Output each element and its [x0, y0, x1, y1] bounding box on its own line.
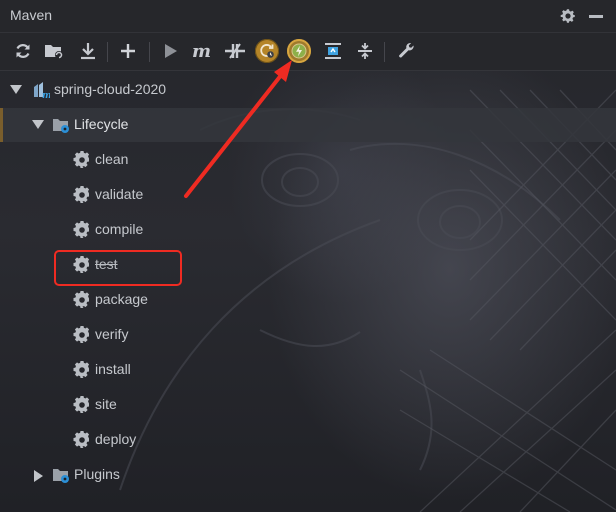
tree-node-goal-deploy[interactable]: deploy: [0, 423, 616, 457]
tree-label-goal: compile: [95, 221, 144, 237]
skip-tests-circle: [255, 39, 279, 63]
tree-label-plugins: Plugins: [74, 466, 120, 482]
settings-gear-icon[interactable]: [559, 7, 577, 25]
download-sources-button[interactable]: [75, 38, 101, 64]
gear-icon: [73, 396, 90, 413]
gear-icon: [73, 186, 90, 203]
maven-m-icon: m: [192, 42, 211, 60]
run-icon: [165, 44, 177, 58]
collapse-all-icon: [358, 43, 372, 59]
tree-label-goal: test: [95, 256, 118, 272]
add-button[interactable]: [115, 38, 141, 64]
toolbar-separator: [384, 42, 385, 62]
gear-icon: [73, 361, 90, 378]
wrench-icon: [399, 43, 414, 58]
gear-icon: [73, 221, 90, 238]
toggle-skip-tests-button[interactable]: [254, 38, 280, 64]
execute-goal-button[interactable]: m: [189, 38, 215, 64]
tree-node-goal-install[interactable]: install: [0, 353, 616, 387]
skip-tests-lightning-button[interactable]: [286, 38, 312, 64]
toolbar-separator: [149, 42, 150, 62]
title-bar: Maven: [0, 0, 616, 33]
tree-label-goal: clean: [95, 151, 129, 167]
maven-tool-window: Maven m spring-cloud-2020 Lifecycle clea…: [0, 0, 616, 512]
toolbar-separator: [107, 42, 108, 62]
gear-icon: [73, 431, 90, 448]
tree-node-goal-verify[interactable]: verify: [0, 318, 616, 352]
maven-toolbar: m: [0, 33, 616, 71]
show-dependencies-icon: [325, 43, 341, 59]
gear-icon: [73, 326, 90, 343]
show-dependencies-button[interactable]: [320, 38, 346, 64]
toggle-skip-tests-icon: [260, 44, 274, 58]
lightning-icon: [291, 43, 307, 59]
tree-node-goal-clean[interactable]: clean: [0, 143, 616, 177]
tree-label-goal: package: [95, 291, 148, 307]
collapsed-arrow-icon[interactable]: [34, 470, 43, 482]
tree-node-goal-package[interactable]: package: [0, 283, 616, 317]
toggle-offline-button[interactable]: [222, 38, 248, 64]
expand-arrow-icon[interactable]: [10, 85, 22, 94]
minimize-icon[interactable]: [589, 15, 603, 18]
tree-label-goal: verify: [95, 326, 129, 342]
maven-project-icon: m: [34, 82, 50, 99]
tree-node-plugins[interactable]: Plugins: [0, 458, 616, 492]
reload-button[interactable]: [10, 38, 36, 64]
tree-label-goal: site: [95, 396, 117, 412]
expand-arrow-icon[interactable]: [32, 120, 44, 129]
tree-node-goal-validate[interactable]: validate: [0, 178, 616, 212]
download-icon: [81, 43, 95, 60]
svg-text:m: m: [42, 91, 50, 99]
lifecycle-folder-icon: [53, 119, 69, 133]
tree-node-goal-compile[interactable]: compile: [0, 213, 616, 247]
svg-text:m: m: [192, 42, 211, 60]
add-folder-icon: [45, 45, 63, 59]
tree-node-goal-test[interactable]: test: [0, 248, 616, 282]
add-maven-project-button[interactable]: [41, 38, 67, 64]
lightning-circle: [287, 39, 311, 63]
toggle-offline-icon: [225, 43, 245, 59]
reload-icon: [16, 44, 30, 58]
tree-label-goal: deploy: [95, 431, 137, 447]
panel-title: Maven: [10, 7, 53, 23]
plugins-folder-icon: [53, 469, 69, 483]
gear-icon: [73, 256, 90, 273]
maven-settings-button[interactable]: [394, 38, 420, 64]
tree-node-goal-site[interactable]: site: [0, 388, 616, 422]
gear-icon: [73, 291, 90, 308]
tree-label-project: spring-cloud-2020: [54, 81, 167, 97]
plus-icon: [121, 44, 135, 58]
tree-label-goal: install: [95, 361, 131, 377]
tree-label-goal: validate: [95, 186, 144, 202]
gear-icon: [73, 151, 90, 168]
tree-label-lifecycle: Lifecycle: [74, 116, 129, 132]
run-button[interactable]: [158, 38, 184, 64]
tree-node-lifecycle[interactable]: Lifecycle: [0, 108, 616, 142]
collapse-all-button[interactable]: [352, 38, 378, 64]
tree-node-project[interactable]: m spring-cloud-2020: [0, 73, 616, 107]
